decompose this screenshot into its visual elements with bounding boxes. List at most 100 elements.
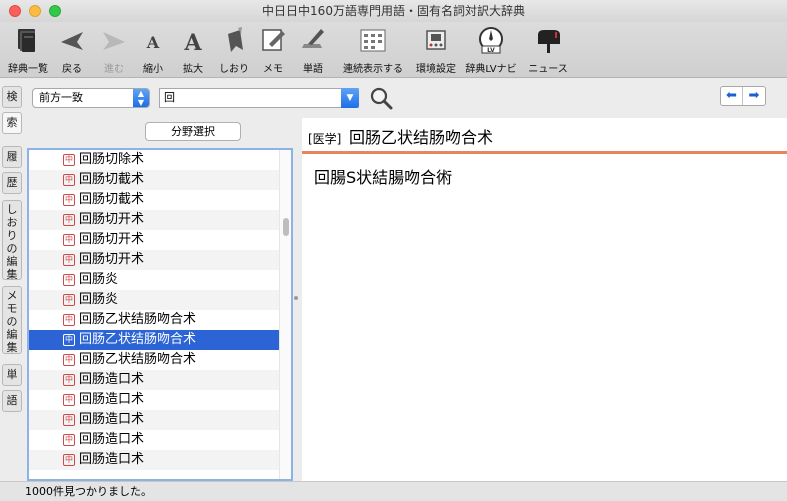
search-input-value: 回 — [164, 91, 175, 104]
list-item[interactable]: 中回肠切开术 — [29, 210, 279, 230]
history-forward-button[interactable]: ➡ — [743, 87, 765, 105]
chinese-badge-icon: 中 — [63, 274, 75, 286]
back-button[interactable]: 戻る — [54, 22, 90, 78]
font-larger-icon: A — [183, 30, 202, 54]
chinese-badge-icon: 中 — [63, 154, 75, 166]
list-item-label: 回肠炎 — [79, 272, 119, 287]
chinese-badge-icon: 中 — [63, 334, 75, 346]
chinese-badge-icon: 中 — [63, 234, 75, 246]
list-item-label: 回肠造口术 — [79, 392, 145, 407]
list-item[interactable]: 中回肠造口术 — [29, 450, 279, 470]
continuous-display-icon — [360, 29, 386, 52]
list-item-label: 回肠切截术 — [79, 192, 145, 207]
detail-header: [医学] 回肠乙状结肠吻合术 — [302, 118, 787, 154]
svg-text:LV: LV — [487, 47, 495, 54]
status-text: 1000件見つかりました。 — [25, 485, 152, 498]
list-item[interactable]: 中回肠乙状结肠吻合术 — [29, 310, 279, 330]
memo-button[interactable]: メモ — [256, 22, 290, 78]
font-smaller-button[interactable]: A 縮小 — [136, 22, 170, 78]
list-item-label: 回肠造口术 — [79, 452, 145, 467]
news-button[interactable]: ニュース — [524, 22, 572, 78]
tab-memo-edit[interactable]: メモの編集 — [2, 286, 22, 354]
chinese-badge-icon: 中 — [63, 254, 75, 266]
forward-arrow-icon — [103, 32, 125, 50]
list-item[interactable]: 中回肠造口术 — [29, 390, 279, 410]
search-bar: 前方一致 ▲ ▼ 回 ▼ ⬅ ➡ — [28, 84, 787, 114]
tab-bookmark-edit[interactable]: しおりの編集 — [2, 200, 22, 281]
list-item-label: 回肠切开术 — [79, 232, 145, 247]
list-item-label: 回肠造口术 — [79, 372, 145, 387]
chevron-down-icon: ▼ — [346, 93, 354, 103]
continuous-display-button[interactable]: 連続表示する — [340, 22, 406, 78]
search-mode-select[interactable]: 前方一致 ▲ ▼ — [32, 88, 150, 108]
preferences-icon — [426, 30, 446, 50]
list-item-label: 回肠乙状结肠吻合术 — [79, 312, 197, 327]
minimize-window-button[interactable] — [29, 5, 41, 17]
font-larger-button[interactable]: A 拡大 — [176, 22, 210, 78]
results-list[interactable]: 中回肠切除术中回肠切截术中回肠切截术中回肠切开术中回肠切开术中回肠切开术中回肠炎… — [27, 148, 293, 481]
svg-text:A: A — [146, 33, 160, 52]
list-item[interactable]: 中回肠切开术 — [29, 230, 279, 250]
list-item[interactable]: 中回肠造口术 — [29, 410, 279, 430]
field-select-button[interactable]: 分野選択 — [145, 122, 241, 141]
list-item[interactable]: 中回肠乙状结肠吻合术 — [29, 330, 279, 350]
search-history-dropdown[interactable]: ▼ — [341, 88, 359, 108]
back-arrow-icon — [61, 32, 83, 50]
dictionary-list-button[interactable]: 辞典一覧 — [4, 22, 52, 78]
scrollbar-thumb[interactable] — [283, 218, 289, 236]
list-item[interactable]: 中回肠炎 — [29, 270, 279, 290]
list-item-label: 回肠切开术 — [79, 212, 145, 227]
window-title: 中日日中160万語専門用語・固有名詞対訳大辞典 — [262, 4, 525, 18]
search-input[interactable]: 回 — [159, 88, 359, 108]
list-item-label: 回肠切开术 — [79, 252, 145, 267]
list-item[interactable]: 中回肠造口术 — [29, 430, 279, 450]
list-item-label: 回肠乙状结肠吻合术 — [79, 332, 197, 347]
history-back-button[interactable]: ⬅ — [721, 87, 743, 105]
lv-navi-button[interactable]: LV 辞典LVナビ — [462, 22, 520, 78]
status-bar: 1000件見つかりました。 — [0, 481, 787, 501]
list-item[interactable]: 中回肠切除术 — [29, 150, 279, 170]
zoom-window-button[interactable] — [49, 5, 61, 17]
results-scrollbar[interactable] — [279, 150, 291, 479]
list-item-label: 回肠造口术 — [79, 412, 145, 427]
forward-button[interactable]: 進む — [96, 22, 132, 78]
tab-word-1[interactable]: 単 — [2, 364, 22, 386]
tab-history-2[interactable]: 歴 — [2, 172, 22, 194]
preferences-button[interactable]: 環境設定 — [414, 22, 458, 78]
list-item[interactable]: 中回肠乙状结肠吻合术 — [29, 350, 279, 370]
memo-icon — [262, 29, 285, 51]
list-item[interactable]: 中回肠切截术 — [29, 190, 279, 210]
title-bar: 中日日中160万語専門用語・固有名詞対訳大辞典 — [0, 0, 787, 22]
search-mode-value: 前方一致 — [39, 91, 83, 104]
font-smaller-icon: A — [146, 33, 160, 52]
list-item[interactable]: 中回肠切开术 — [29, 250, 279, 270]
splitter-handle[interactable] — [294, 296, 298, 300]
lv-navi-compass-icon: LV — [479, 27, 503, 54]
tab-history-1[interactable]: 履 — [2, 146, 22, 168]
list-item-label: 回肠切除术 — [79, 152, 145, 167]
bookmark-button[interactable]: しおり — [214, 22, 254, 78]
list-item[interactable]: 中回肠造口术 — [29, 370, 279, 390]
book-stack-icon — [18, 29, 35, 52]
word-button[interactable]: 単語 — [296, 22, 330, 78]
list-item-label: 回肠乙状结肠吻合术 — [79, 352, 197, 367]
list-item[interactable]: 中回肠切截术 — [29, 170, 279, 190]
side-tabs: 検 索 履 歴 しおりの編集 メモの編集 単 語 — [0, 84, 24, 481]
close-window-button[interactable] — [9, 5, 21, 17]
chinese-badge-icon: 中 — [63, 394, 75, 406]
chevron-updown-icon: ▲ ▼ — [133, 89, 149, 107]
chinese-badge-icon: 中 — [63, 174, 75, 186]
list-item[interactable]: 中回肠炎 — [29, 290, 279, 310]
tab-word-2[interactable]: 語 — [2, 390, 22, 412]
word-icon — [302, 29, 324, 48]
toolbar: 辞典一覧 戻る 進む A 縮小 A 拡大 しおり メモ 単語 連続表示する 環境… — [0, 22, 787, 78]
mailbox-icon — [538, 30, 560, 53]
tab-search-1[interactable]: 検 — [2, 86, 22, 108]
list-item-label: 回肠炎 — [79, 292, 119, 307]
tab-search-2[interactable]: 索 — [2, 112, 22, 134]
history-nav-buttons: ⬅ ➡ — [720, 86, 766, 106]
svg-text:A: A — [183, 30, 202, 54]
search-icon[interactable] — [369, 86, 393, 110]
chinese-badge-icon: 中 — [63, 194, 75, 206]
chinese-badge-icon: 中 — [63, 414, 75, 426]
